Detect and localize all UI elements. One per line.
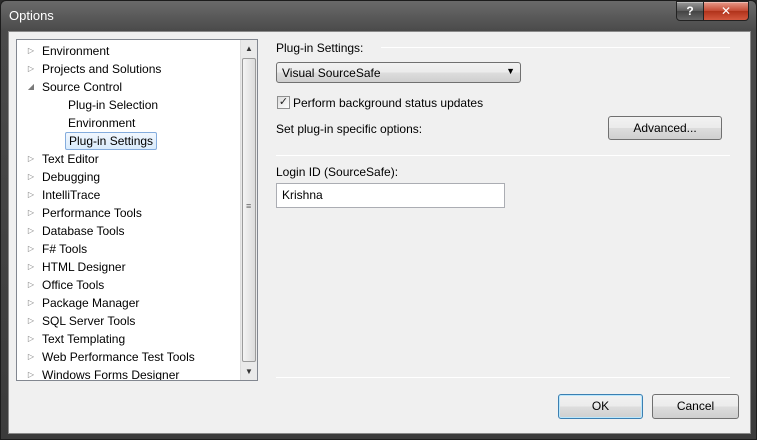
tree-item-label: Environment [68, 116, 136, 130]
tree-item[interactable]: ▷ Text Templating [17, 330, 241, 348]
close-button[interactable]: ✕ [703, 1, 749, 21]
window-title: Options [9, 8, 54, 23]
section-divider [276, 155, 730, 156]
tree-item[interactable]: ▷ Debugging [17, 168, 241, 186]
tree-scrollbar[interactable]: ▲ ≡ ▼ [240, 40, 257, 380]
options-tree[interactable]: ▷ Environment ▷ Projects and Solutions ◢ Sour… [16, 39, 258, 381]
tree-item-label: Package Manager [42, 296, 140, 310]
tree-item-label: Windows Forms Designer [42, 368, 180, 381]
collapsed-arrow-icon[interactable]: ▷ [25, 330, 37, 348]
tree-item[interactable]: Environment [17, 114, 241, 132]
collapsed-arrow-icon[interactable]: ▷ [25, 348, 37, 366]
collapsed-arrow-icon[interactable]: ▷ [25, 150, 37, 168]
tree-item[interactable]: ▷ F# Tools [17, 240, 241, 258]
tree-item-label: Performance Tools [42, 206, 142, 220]
tree-item-label: IntelliTrace [42, 188, 101, 202]
collapsed-arrow-icon[interactable]: ▷ [25, 222, 37, 240]
collapsed-arrow-icon[interactable]: ▷ [25, 42, 37, 60]
specific-options-label: Set plug-in specific options: [276, 122, 423, 136]
tree-item-label: Text Editor [42, 152, 99, 166]
tree-list: ▷ Environment ▷ Projects and Solutions ◢ Sour… [17, 42, 241, 381]
tree-item-label: Office Tools [42, 278, 105, 292]
tree-item[interactable]: Plug-in Settings [17, 132, 241, 150]
advanced-button[interactable]: Advanced... [608, 116, 722, 140]
background-updates-checkbox[interactable]: ✓ [277, 96, 290, 109]
tree-item[interactable]: ▷ Projects and Solutions [17, 60, 241, 78]
plugin-settings-heading: Plug-in Settings: [276, 41, 364, 55]
tree-item[interactable]: ▷ Database Tools [17, 222, 241, 240]
chevron-down-icon: ▼ [506, 66, 515, 76]
tree-item-label: HTML Designer [42, 260, 126, 274]
tree-item-label: SQL Server Tools [42, 314, 136, 328]
tree-item[interactable]: ▷ Web Performance Test Tools [17, 348, 241, 366]
plugin-dropdown-value: Visual SourceSafe [282, 66, 381, 80]
checkmark-icon: ✓ [278, 96, 289, 108]
cancel-button[interactable]: Cancel [652, 394, 739, 419]
background-updates-label[interactable]: Perform background status updates [293, 96, 483, 110]
tree-item-label: Projects and Solutions [42, 62, 162, 76]
tree-item-label: Environment [42, 44, 110, 58]
scroll-thumb[interactable]: ≡ [242, 58, 256, 362]
scroll-up-icon[interactable]: ▲ [241, 40, 257, 57]
help-icon: ? [686, 4, 694, 18]
title-bar[interactable]: Options ? ✕ [1, 1, 756, 31]
scroll-down-icon[interactable]: ▼ [241, 363, 257, 380]
tree-item[interactable]: ▷ Windows Forms Designer [17, 366, 241, 381]
options-dialog: Options ? ✕ ▷ Environment ▷ Projects and So… [0, 0, 757, 440]
ok-button[interactable]: OK [558, 394, 643, 419]
collapsed-arrow-icon[interactable]: ▷ [25, 204, 37, 222]
tree-item[interactable]: ▷ Environment [17, 42, 241, 60]
tree-item[interactable]: Plug-in Selection [17, 96, 241, 114]
login-id-input[interactable]: Krishna [276, 183, 505, 208]
footer-divider [276, 377, 730, 378]
heading-divider [381, 47, 730, 48]
grip-icon: ≡ [246, 201, 252, 211]
help-button[interactable]: ? [676, 1, 704, 21]
tree-item[interactable]: ▷ SQL Server Tools [17, 312, 241, 330]
tree-item[interactable]: ▷ Text Editor [17, 150, 241, 168]
tree-item[interactable]: ▷ HTML Designer [17, 258, 241, 276]
dialog-client-area: ▷ Environment ▷ Projects and Solutions ◢ Sour… [8, 31, 751, 434]
collapsed-arrow-icon[interactable]: ▷ [25, 312, 37, 330]
tree-item-label: Database Tools [42, 224, 125, 238]
tree-item[interactable]: ▷ Package Manager [17, 294, 241, 312]
tree-item[interactable]: ▷ IntelliTrace [17, 186, 241, 204]
collapsed-arrow-icon[interactable]: ▷ [25, 366, 37, 380]
collapsed-arrow-icon[interactable]: ▷ [25, 258, 37, 276]
tree-item-label: Web Performance Test Tools [42, 350, 195, 364]
collapsed-arrow-icon[interactable]: ▷ [25, 276, 37, 294]
collapsed-arrow-icon[interactable]: ▷ [25, 294, 37, 312]
tree-item-label: Source Control [42, 80, 123, 94]
tree-item-label: Plug-in Settings [65, 132, 158, 150]
tree-item-label: Debugging [42, 170, 101, 184]
expanded-arrow-icon[interactable]: ◢ [25, 78, 37, 96]
plugin-dropdown[interactable]: Visual SourceSafe ▼ [276, 62, 521, 83]
login-id-value: Krishna [282, 188, 323, 202]
tree-item[interactable]: ▷ Office Tools [17, 276, 241, 294]
tree-item[interactable]: ▷ Performance Tools [17, 204, 241, 222]
tree-item[interactable]: ◢ Source Control [17, 78, 241, 96]
collapsed-arrow-icon[interactable]: ▷ [25, 168, 37, 186]
tree-item-label: Text Templating [42, 332, 126, 346]
collapsed-arrow-icon[interactable]: ▷ [25, 60, 37, 78]
tree-item-label: F# Tools [42, 242, 88, 256]
collapsed-arrow-icon[interactable]: ▷ [25, 240, 37, 258]
login-id-label: Login ID (SourceSafe): [276, 165, 399, 179]
collapsed-arrow-icon[interactable]: ▷ [25, 186, 37, 204]
tree-item-label: Plug-in Selection [68, 98, 159, 112]
close-icon: ✕ [720, 4, 732, 18]
